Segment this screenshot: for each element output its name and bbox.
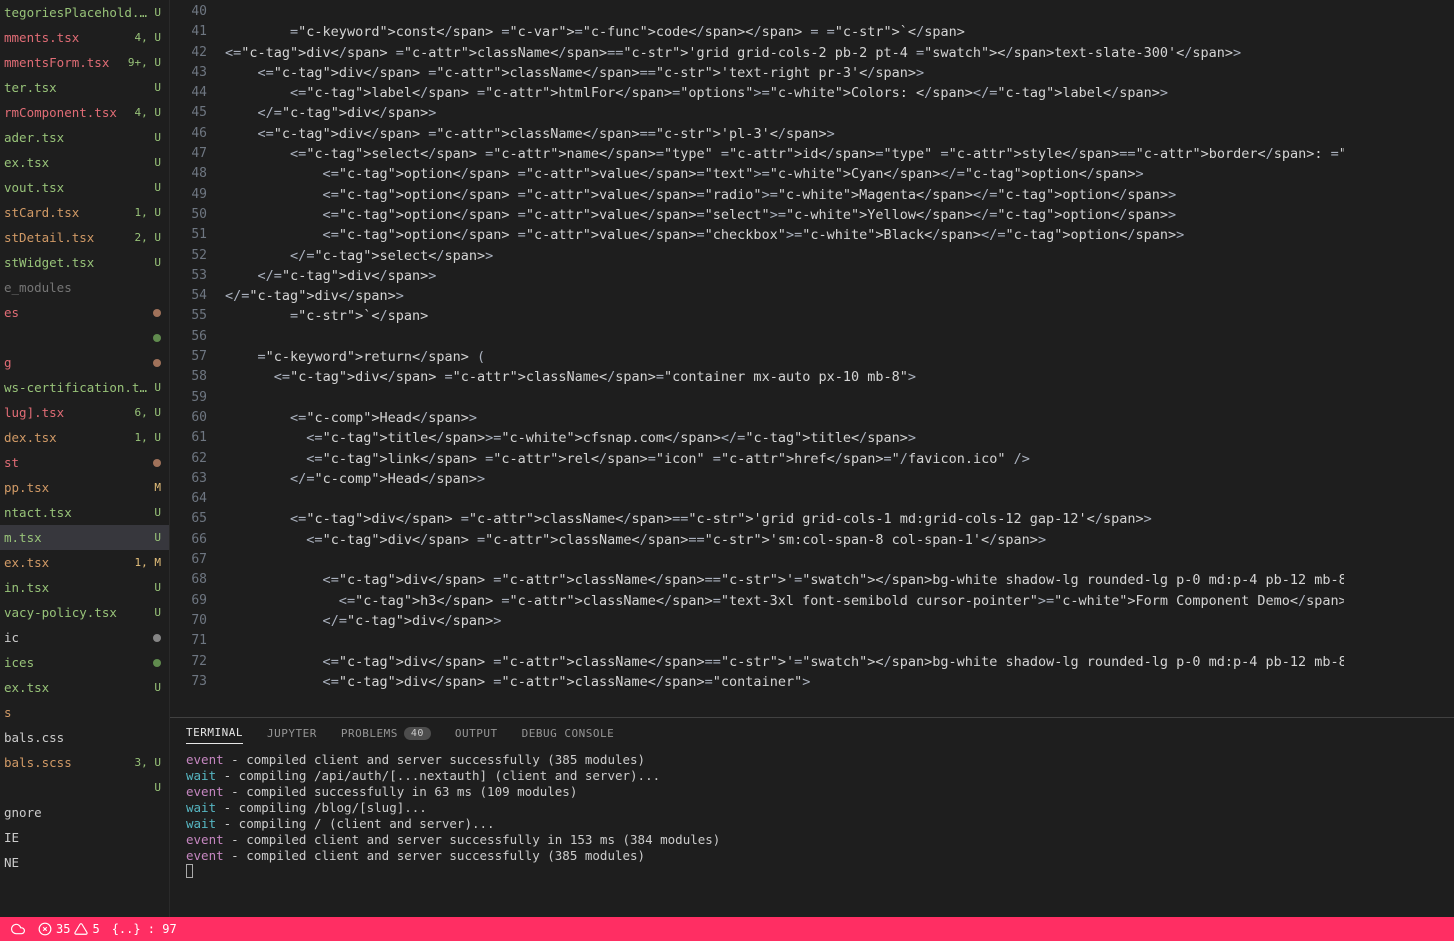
- bottom-panel[interactable]: TERMINAL JUPYTER PROBLEMS 40 OUTPUT DEBU…: [170, 717, 1454, 917]
- git-status-badge: 3, U: [135, 756, 162, 769]
- file-item[interactable]: stCard.tsx1, U: [0, 200, 169, 225]
- git-status-badge: 1, M: [135, 556, 162, 569]
- file-item[interactable]: es: [0, 300, 169, 325]
- status-dot-icon: [153, 659, 161, 667]
- tab-jupyter[interactable]: JUPYTER: [267, 727, 317, 740]
- file-item[interactable]: pp.tsxM: [0, 475, 169, 500]
- git-status-badge: U: [154, 531, 161, 544]
- git-status-badge: U: [154, 256, 161, 269]
- status-bar[interactable]: 35 5 {..} : 97: [0, 917, 1454, 941]
- git-status-badge: M: [154, 481, 161, 494]
- file-item[interactable]: gnore: [0, 800, 169, 825]
- tab-debug[interactable]: DEBUG CONSOLE: [522, 727, 615, 740]
- file-item[interactable]: ex.tsx1, M: [0, 550, 169, 575]
- file-item[interactable]: lug].tsx6, U: [0, 400, 169, 425]
- file-item[interactable]: U: [0, 775, 169, 800]
- git-status-badge: U: [154, 181, 161, 194]
- file-item[interactable]: bals.css: [0, 725, 169, 750]
- file-explorer[interactable]: tegoriesPlacehold...Umments.tsx4, Umment…: [0, 0, 170, 917]
- status-dot-icon: [153, 634, 161, 642]
- bracket-info[interactable]: {..} : 97: [112, 922, 177, 936]
- git-status-badge: 4, U: [135, 31, 162, 44]
- status-dot-icon: [153, 459, 161, 467]
- line-gutter: 4041424344454647484950515253545556575859…: [170, 0, 225, 717]
- file-item[interactable]: ntact.tsxU: [0, 500, 169, 525]
- file-item[interactable]: ws-certification.tsxU: [0, 375, 169, 400]
- file-item[interactable]: [0, 325, 169, 350]
- tab-terminal[interactable]: TERMINAL: [186, 726, 243, 744]
- file-item[interactable]: tegoriesPlacehold...U: [0, 0, 169, 25]
- file-item[interactable]: rmComponent.tsx4, U: [0, 100, 169, 125]
- tab-problems[interactable]: PROBLEMS 40: [341, 727, 431, 740]
- git-status-badge: U: [154, 131, 161, 144]
- error-count: 35: [56, 922, 70, 936]
- git-status-badge: U: [154, 81, 161, 94]
- git-status-badge: U: [154, 6, 161, 19]
- git-status-badge: 1, U: [135, 206, 162, 219]
- file-item[interactable]: IE: [0, 825, 169, 850]
- file-item[interactable]: dex.tsx1, U: [0, 425, 169, 450]
- git-status-badge: 6, U: [135, 406, 162, 419]
- file-item[interactable]: stWidget.tsxU: [0, 250, 169, 275]
- file-item[interactable]: NE: [0, 850, 169, 875]
- file-item[interactable]: m.tsxU: [0, 525, 169, 550]
- git-status-badge: 4, U: [135, 106, 162, 119]
- git-status-badge: 2, U: [135, 231, 162, 244]
- code-editor[interactable]: 4041424344454647484950515253545556575859…: [170, 0, 1454, 717]
- code-content[interactable]: ="c-keyword">const</span> ="c-var">="c-f…: [225, 0, 1344, 717]
- file-item[interactable]: stDetail.tsx2, U: [0, 225, 169, 250]
- problems-count-badge: 40: [404, 727, 431, 740]
- warning-count: 5: [92, 922, 99, 936]
- file-item[interactable]: st: [0, 450, 169, 475]
- file-item[interactable]: ices: [0, 650, 169, 675]
- file-item[interactable]: bals.scss3, U: [0, 750, 169, 775]
- file-item[interactable]: s: [0, 700, 169, 725]
- git-status-badge: U: [154, 581, 161, 594]
- file-item[interactable]: e_modules: [0, 275, 169, 300]
- git-status-badge: U: [154, 681, 161, 694]
- git-status-badge: 9+, U: [128, 56, 161, 69]
- status-dot-icon: [153, 309, 161, 317]
- cloud-sync-icon[interactable]: [10, 922, 26, 936]
- git-status-badge: U: [154, 606, 161, 619]
- file-item[interactable]: ter.tsxU: [0, 75, 169, 100]
- file-item[interactable]: in.tsxU: [0, 575, 169, 600]
- file-item[interactable]: ic: [0, 625, 169, 650]
- git-status-badge: U: [154, 156, 161, 169]
- git-status-badge: U: [154, 781, 161, 794]
- file-item[interactable]: vacy-policy.tsxU: [0, 600, 169, 625]
- panel-tabs[interactable]: TERMINAL JUPYTER PROBLEMS 40 OUTPUT DEBU…: [170, 718, 1454, 746]
- status-dot-icon: [153, 334, 161, 342]
- tab-output[interactable]: OUTPUT: [455, 727, 498, 740]
- file-item[interactable]: ader.tsxU: [0, 125, 169, 150]
- tab-problems-label: PROBLEMS: [341, 727, 398, 740]
- git-status-badge: U: [154, 381, 161, 394]
- status-dot-icon: [153, 359, 161, 367]
- file-item[interactable]: mments.tsx4, U: [0, 25, 169, 50]
- git-status-badge: U: [154, 506, 161, 519]
- terminal-output[interactable]: event - compiled client and server succe…: [170, 746, 1454, 917]
- file-item[interactable]: ex.tsxU: [0, 150, 169, 175]
- errors-warnings[interactable]: 35 5: [38, 922, 100, 936]
- file-item[interactable]: mmentsForm.tsx9+, U: [0, 50, 169, 75]
- file-item[interactable]: ex.tsxU: [0, 675, 169, 700]
- minimap[interactable]: [1344, 0, 1454, 717]
- git-status-badge: 1, U: [135, 431, 162, 444]
- file-item[interactable]: vout.tsxU: [0, 175, 169, 200]
- file-item[interactable]: g: [0, 350, 169, 375]
